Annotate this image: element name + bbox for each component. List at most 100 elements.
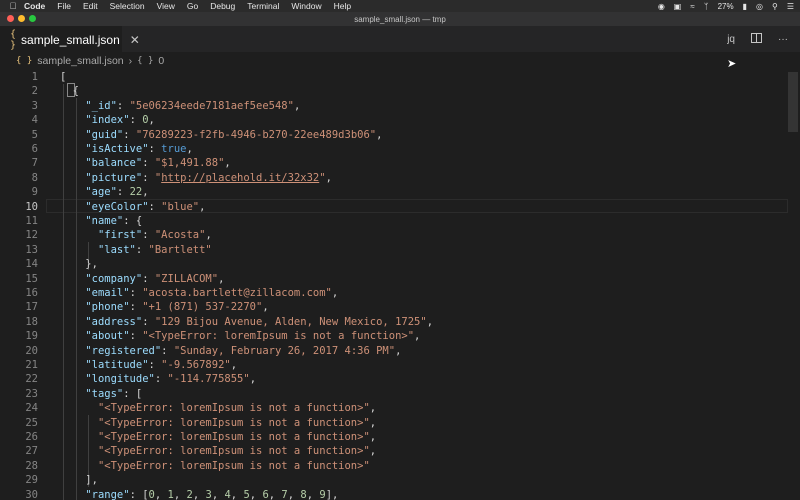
code-line[interactable]: 9 "age": 22, [0, 185, 800, 199]
code-line[interactable]: 29 ], [0, 473, 800, 487]
split-editor-icon[interactable] [751, 32, 762, 46]
battery-percent[interactable]: 27% [718, 2, 734, 11]
display-icon[interactable]: ▣ [674, 2, 682, 11]
close-window-button[interactable] [7, 15, 14, 22]
code-line[interactable]: 11 "name": { [0, 214, 800, 228]
code-line[interactable]: 20 "registered": "Sunday, February 26, 2… [0, 344, 800, 358]
minimize-window-button[interactable] [18, 15, 25, 22]
menu-help[interactable]: Help [334, 1, 351, 11]
breadcrumb-file[interactable]: sample_small.json [37, 55, 123, 67]
line-number: 26 [25, 431, 38, 443]
code-line[interactable]: 12 "first": "Acosta", [0, 228, 800, 242]
apple-icon[interactable]:  [8, 1, 18, 11]
code-line[interactable]: 5 "guid": "76289223-f2fb-4946-b270-22ee4… [0, 128, 800, 142]
code-line[interactable]: 22 "longitude": "-114.775855", [0, 372, 800, 386]
code-token: , [306, 488, 320, 500]
code-line[interactable]: 3 "_id": "5e06234eede7181aef5ee548", [0, 99, 800, 113]
menu-file[interactable]: File [57, 1, 71, 11]
siri-icon[interactable]: ◎ [756, 2, 763, 11]
line-number: 22 [25, 373, 38, 386]
line-code: "name": { [60, 214, 142, 228]
line-code: "age": 22, [60, 185, 148, 199]
code-token: "phone" [85, 301, 130, 314]
code-token: , [426, 315, 434, 328]
line-code: "latitude": "-9.567892", [60, 358, 237, 372]
code-line[interactable]: 19 "about": "<TypeError: loremIpsum is n… [0, 329, 800, 343]
code-line[interactable]: 18 "address": "129 Bijou Avenue, Alden, … [0, 315, 800, 329]
code-line[interactable]: 4 "index": 0, [0, 113, 800, 127]
code-token: , [154, 488, 168, 500]
zoom-window-button[interactable] [29, 15, 36, 22]
code-token: "<TypeError: loremIpsum is not a functio… [142, 330, 415, 343]
code-token: : [123, 128, 136, 141]
tab-sample-small-json[interactable]: { } sample_small.json ✕ [0, 26, 140, 52]
scrollbar-thumb[interactable] [788, 72, 798, 132]
line-code: "company": "ZILLACOM", [60, 272, 224, 286]
menu-debug[interactable]: Debug [210, 1, 235, 11]
code-token: "$1,491.88" [154, 157, 225, 170]
code-token: , [230, 359, 238, 371]
spotlight-icon[interactable]: ⚲ [772, 2, 778, 11]
code-token: "<TypeError: loremIpsum is not a functio… [97, 416, 370, 429]
code-line[interactable]: 28 "<TypeError: loremIpsum is not a func… [0, 459, 800, 473]
wifi-icon[interactable]: ≈ [690, 2, 694, 11]
code-line[interactable]: 21 "latitude": "-9.567892", [0, 358, 800, 372]
macos-menubar:  Code File Edit Selection View Go Debug… [0, 0, 800, 12]
line-code: "email": "acosta.bartlett@zillacom.com", [60, 286, 338, 300]
more-actions-icon[interactable]: ··· [778, 34, 788, 45]
code-line[interactable]: 8 "picture": "http://placehold.it/32x32"… [0, 171, 800, 185]
code-token: "latitude" [85, 359, 149, 371]
code-line[interactable]: 13 "last": "Bartlett" [0, 243, 800, 257]
code-line[interactable]: 7 "balance": "$1,491.88", [0, 156, 800, 170]
menu-window[interactable]: Window [291, 1, 321, 11]
code-token: "-9.567892" [161, 359, 231, 371]
menu-app-name[interactable]: Code [24, 1, 45, 11]
code-line[interactable]: 24 "<TypeError: loremIpsum is not a func… [0, 401, 800, 415]
line-code: "first": "Acosta", [60, 228, 212, 242]
battery-icon[interactable]: ▮ [743, 2, 747, 11]
line-code: "guid": "76289223-f2fb-4946-b270-22ee489… [60, 128, 382, 142]
code-line[interactable]: 23 "tags": [ [0, 387, 800, 401]
menu-view[interactable]: View [157, 1, 175, 11]
code-line[interactable]: 1[ [0, 70, 800, 84]
code-editor[interactable]: 1[2 {3 "_id": "5e06234eede7181aef5ee548"… [0, 70, 800, 500]
bluetooth-icon[interactable]: ᛉ [704, 2, 709, 11]
code-line[interactable]: 6 "isActive": true, [0, 142, 800, 156]
code-line[interactable]: 2 { [0, 84, 800, 98]
code-line[interactable]: 10 "eyeColor": "blue", [0, 200, 800, 214]
menu-go[interactable]: Go [187, 1, 198, 11]
line-number: 18 [25, 315, 38, 328]
code-line[interactable]: 27 "<TypeError: loremIpsum is not a func… [0, 444, 800, 458]
menu-selection[interactable]: Selection [110, 1, 145, 11]
code-token: "Bartlett" [148, 243, 212, 256]
code-line[interactable]: 16 "email": "acosta.bartlett@zillacom.co… [0, 286, 800, 300]
code-line[interactable]: 15 "company": "ZILLACOM", [0, 272, 800, 286]
editor-tabbar: { } sample_small.json ✕ jq ··· [0, 26, 800, 52]
code-token: "<TypeError: loremIpsum is not a functio… [97, 459, 370, 472]
record-icon[interactable]: ◉ [658, 2, 665, 11]
code-line[interactable]: 14 }, [0, 257, 800, 271]
line-number: 2 [31, 85, 38, 98]
code-line[interactable]: 26 "<TypeError: loremIpsum is not a func… [0, 430, 800, 444]
breadcrumb-node[interactable]: 0 [158, 55, 164, 67]
menu-edit[interactable]: Edit [83, 1, 98, 11]
code-token: "ZILLACOM" [154, 272, 219, 285]
line-number: 21 [25, 359, 38, 371]
code-token: : [148, 359, 162, 371]
notifications-icon[interactable]: ☰ [787, 2, 794, 11]
code-token: , [218, 272, 225, 285]
code-token: , [376, 128, 383, 141]
code-token: "last" [97, 243, 136, 256]
close-icon[interactable]: ✕ [130, 33, 140, 47]
code-line[interactable]: 17 "phone": "+1 (871) 537-2270", [0, 300, 800, 314]
jq-button[interactable]: jq [727, 34, 735, 45]
code-line[interactable]: 30 "range": [0, 1, 2, 3, 4, 5, 6, 7, 8, … [0, 488, 800, 500]
code-token: "picture" [85, 171, 143, 184]
code-token: "isActive" [85, 143, 149, 155]
menu-terminal[interactable]: Terminal [247, 1, 279, 11]
code-token: : [129, 330, 143, 343]
code-line[interactable]: 25 "<TypeError: loremIpsum is not a func… [0, 416, 800, 430]
